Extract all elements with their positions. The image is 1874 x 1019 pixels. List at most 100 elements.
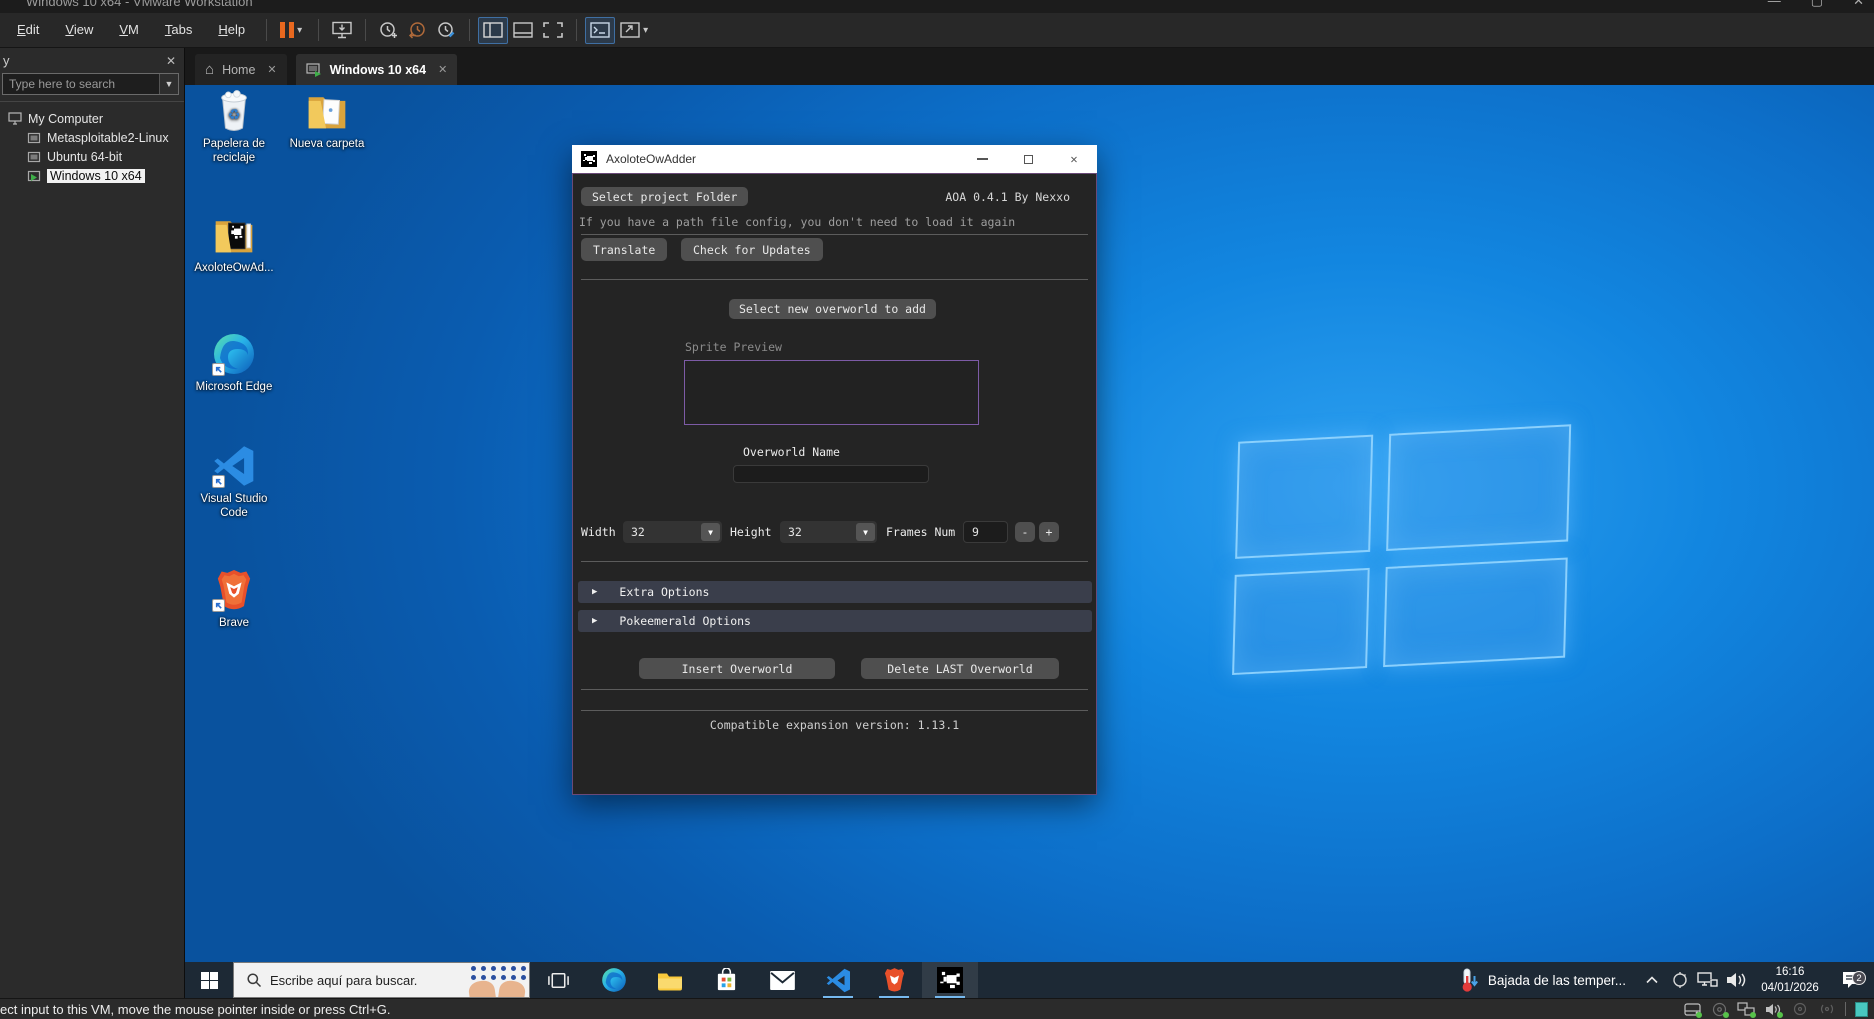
tree-item-my-computer[interactable]: My Computer [0,109,184,128]
height-combobox[interactable]: 32 ▼ [780,521,877,543]
pause-vm-button[interactable]: ▾ [275,17,310,44]
taskbar-explorer-button[interactable] [642,962,698,998]
menu-vm[interactable]: VM [106,13,152,47]
status-harddisk-icon[interactable] [1683,1002,1701,1017]
library-search-input[interactable] [3,74,159,94]
desktop-icon-axolote-folder[interactable]: AxoloteOwAd... [190,212,278,275]
desktop-icon-label: Visual Studio Code [190,492,278,521]
select-project-folder-button[interactable]: Select project Folder [581,187,748,206]
library-search-dropdown-icon[interactable]: ▼ [159,74,178,94]
taskbar-vscode-button[interactable] [810,962,866,998]
vm-tab-running-icon [306,63,322,77]
extra-options-expander[interactable]: ▶ Extra Options [578,581,1092,603]
tray-show-hidden-button[interactable] [1638,976,1666,984]
taskview-button[interactable] [530,962,586,998]
tree-item-label[interactable]: Metasploitable2-Linux [47,131,169,145]
library-tree: My Computer Metasploitable2-Linux Ubuntu… [0,101,184,185]
taskbar-mail-button[interactable] [754,962,810,998]
desktop-icon-new-folder[interactable]: Nueva carpeta [283,88,371,151]
take-snapshot-button[interactable] [374,17,403,44]
tree-item-ubuntu[interactable]: Ubuntu 64-bit [0,147,184,166]
clock-time: 16:16 [1750,964,1830,980]
overworld-name-input[interactable] [733,465,929,483]
svg-text:♻: ♻ [228,108,241,124]
send-ctrl-alt-del-button[interactable] [327,17,357,44]
manage-snapshots-button[interactable] [432,17,461,44]
pokeemerald-options-expander[interactable]: ▶ Pokeemerald Options [578,610,1092,632]
action-center-button[interactable]: 2 [1830,970,1874,990]
tree-item-label[interactable]: My Computer [28,112,103,126]
status-cdrom-icon[interactable] [1710,1002,1728,1017]
app-close-button[interactable]: ✕ [1051,145,1097,173]
unity-dropdown-icon[interactable]: ▾ [640,25,651,36]
tab-windows10-close-icon[interactable]: ✕ [434,63,447,76]
select-new-overworld-button[interactable]: Select new overworld to add [729,299,936,319]
width-dropdown-icon[interactable]: ▼ [701,523,720,541]
tab-home[interactable]: ⌂ Home ✕ [195,54,287,85]
desktop-icon-brave[interactable]: Brave [190,567,278,630]
desktop-icon-vscode[interactable]: Visual Studio Code [190,443,278,521]
fit-guest-icon[interactable] [1855,1002,1868,1017]
toggle-library-panel-button[interactable] [478,17,508,44]
app-minimize-button[interactable] [959,145,1005,173]
frames-num-input[interactable] [963,521,1008,543]
delete-last-overworld-button[interactable]: Delete LAST Overworld [861,658,1059,679]
library-close-button[interactable]: ✕ [166,54,176,68]
status-signal-icon[interactable] [1818,1002,1836,1017]
vm-desktop[interactable]: ♻ Papelera de reciclaje Nueva carpeta [185,85,1874,998]
unity-mode-button[interactable]: ▾ [615,17,656,44]
taskbar-brave-button[interactable] [866,962,922,998]
tree-item-label[interactable]: Ubuntu 64-bit [47,150,122,164]
tree-item-windows10[interactable]: Windows 10 x64 [0,166,184,185]
tray-network-icon[interactable] [1694,971,1722,989]
taskbar-clock[interactable]: 16:16 04/01/2026 [1750,964,1830,996]
pause-dropdown-icon[interactable]: ▾ [294,25,305,36]
translate-button[interactable]: Translate [581,238,667,261]
library-search-box[interactable]: ▼ [2,73,179,95]
taskbar-weather-widget[interactable]: Bajada de las temper... [1447,967,1638,993]
start-button[interactable] [185,962,233,998]
desktop-icon-recycle-bin[interactable]: ♻ Papelera de reciclaje [190,88,278,166]
vmware-close-button[interactable]: ✕ [1853,0,1864,9]
height-dropdown-icon[interactable]: ▼ [856,523,875,541]
revert-snapshot-button[interactable] [403,17,432,44]
tree-item-label-selected[interactable]: Windows 10 x64 [47,169,145,183]
console-view-button[interactable] [585,17,615,44]
unity-icon [620,22,640,38]
width-combobox[interactable]: 32 ▼ [623,521,722,543]
vmware-minimize-button[interactable]: — [1768,0,1781,9]
check-updates-button[interactable]: Check for Updates [681,238,823,261]
insert-overworld-button[interactable]: Insert Overworld [639,658,835,679]
taskbar-store-button[interactable] [698,962,754,998]
tab-home-label: Home [222,63,255,77]
menu-edit[interactable]: Edit [4,13,52,47]
desktop-icon-label: Microsoft Edge [196,380,273,394]
taskbar-search-box[interactable]: Escribe aquí para buscar. [233,962,530,998]
maximize-icon [1024,155,1033,164]
status-sound-icon[interactable] [1764,1002,1782,1017]
taskbar-axolote-button[interactable] [922,962,978,998]
vmware-maximize-button[interactable]: ▢ [1811,0,1823,9]
desktop-icon-edge[interactable]: Microsoft Edge [190,331,278,394]
toolbar-separator [266,19,267,41]
tree-item-metasploitable[interactable]: Metasploitable2-Linux [0,128,184,147]
tab-home-close-icon[interactable]: ✕ [263,63,276,76]
toolbar-separator [576,19,577,41]
menu-tabs[interactable]: Tabs [152,13,205,47]
app-maximize-button[interactable] [1005,145,1051,173]
app-titlebar[interactable]: AxoloteOwAdder ✕ [572,145,1097,173]
app-version-text: AOA 0.4.1 By Nexxo [945,190,1070,204]
toggle-thumbnail-bar-button[interactable] [508,17,538,44]
menu-view[interactable]: View [52,13,106,47]
tray-vmware-tools-icon[interactable] [1666,971,1694,989]
frames-decrement-button[interactable]: - [1015,522,1035,542]
taskbar-edge-button[interactable] [586,962,642,998]
frames-increment-button[interactable]: + [1039,522,1059,542]
tray-volume-icon[interactable] [1722,971,1750,989]
menu-help[interactable]: Help [205,13,258,47]
status-usb-icon[interactable] [1791,1002,1809,1017]
status-network-icon[interactable] [1737,1002,1755,1017]
overworld-name-label: Overworld Name [743,445,840,459]
tab-windows10[interactable]: Windows 10 x64 ✕ [296,54,458,85]
fullscreen-button[interactable] [538,17,568,44]
